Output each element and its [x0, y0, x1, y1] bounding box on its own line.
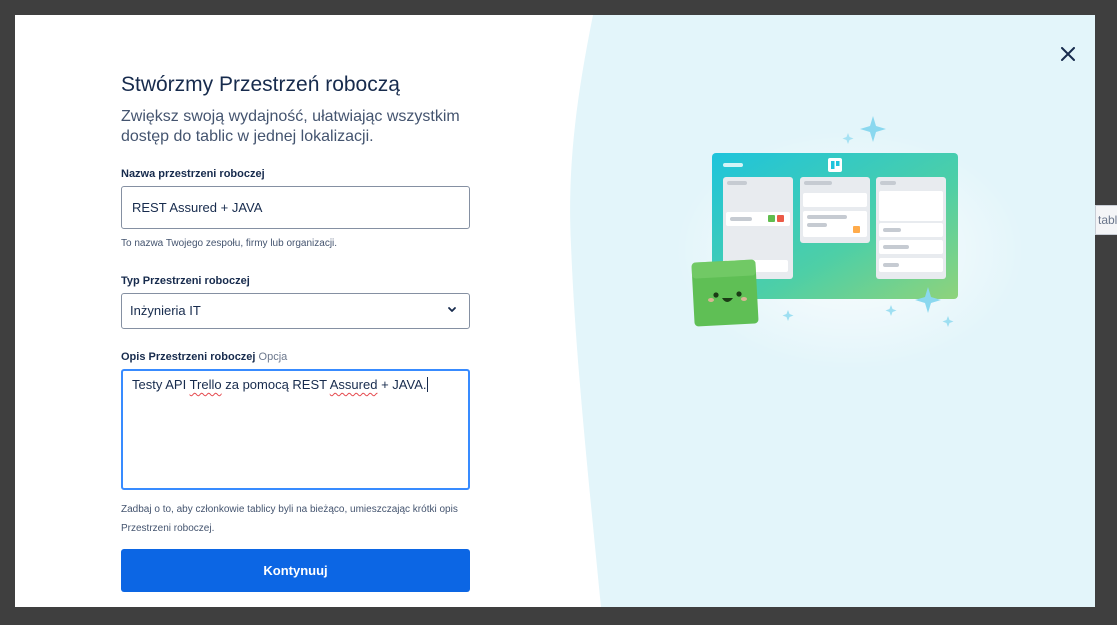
description-text-3: za pomocą REST [221, 377, 330, 392]
description-text-4: Assured [329, 377, 378, 392]
sparkle-icons [782, 116, 954, 327]
optional-tag: Opcja [258, 351, 288, 363]
continue-button[interactable]: Kontynuuj [121, 549, 470, 592]
description-text-1: Testy API [132, 377, 190, 392]
workspace-name-help: To nazwa Twojego zespołu, firmy lub orga… [121, 238, 338, 249]
smiling-card-icon [691, 259, 759, 327]
background-table-hint: table [1095, 205, 1117, 235]
close-icon [1061, 47, 1075, 61]
workspace-description-textarea[interactable]: Testy API Trello za pomocą REST Assured … [121, 369, 470, 490]
workspace-type-label: Typ Przestrzeni roboczej [121, 275, 250, 287]
workspace-name-input[interactable]: REST Assured + JAVA [121, 186, 470, 229]
workspace-type-value: Inżynieria IT [130, 303, 201, 318]
panel-background-shape [570, 15, 1095, 607]
create-workspace-modal: Stwórzmy Przestrzeń roboczą Zwiększ swoj… [15, 15, 1095, 607]
description-text-2: Trello [189, 377, 222, 392]
workspace-name-label: Nazwa przestrzeni roboczej [121, 168, 265, 180]
text-caret [427, 377, 429, 392]
workspace-description-label: Opis Przestrzeni roboczej Opcja [121, 351, 287, 363]
modal-title: Stwórzmy Przestrzeń roboczą [121, 73, 400, 96]
workspace-description-label-text: Opis Przestrzeni roboczej [121, 351, 256, 363]
chevron-down-icon [448, 307, 456, 312]
modal-subtitle: Zwiększ swoją wydajność, ułatwiając wszy… [121, 108, 460, 145]
close-button[interactable] [1055, 41, 1081, 67]
board-illustration [712, 153, 958, 299]
workspace-type-select[interactable]: Inżynieria IT [121, 293, 470, 329]
workspace-description-help: Zadbaj o to, aby członkowie tablicy byli… [121, 504, 458, 534]
description-text-5: + JAVA. [377, 377, 427, 392]
